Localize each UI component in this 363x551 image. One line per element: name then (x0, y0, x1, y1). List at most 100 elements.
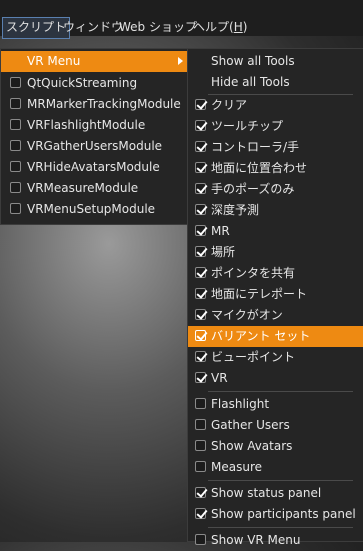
module-tool-show-avatars-label: Show Avatars (211, 439, 293, 453)
module-tool-flashlight[interactable]: Flashlight (188, 394, 363, 415)
menu-help[interactable]: ヘルプ(H) (190, 17, 250, 37)
toggle-show-vr-menu[interactable]: Show VR Menu (188, 530, 363, 551)
checkmark-icon (195, 119, 208, 131)
tool-item-item-8[interactable]: ポインタを共有 (188, 263, 363, 284)
menu-item-vrmeasuremodule-label: VRMeasureModule (27, 181, 139, 195)
checkmark-icon (195, 287, 208, 299)
checkbox-unchecked-icon[interactable] (195, 534, 206, 545)
tool-item-item-0-label: クリア (211, 98, 248, 112)
checkbox-checked-icon[interactable] (195, 308, 208, 320)
checkbox-checked-icon[interactable] (195, 182, 208, 194)
tool-item-item-1[interactable]: ツールチップ (188, 116, 363, 137)
separator (208, 391, 353, 392)
checkbox-checked-icon[interactable] (195, 119, 208, 131)
tool-item-mr-label: MR (211, 224, 230, 238)
module-tool-gather-users[interactable]: Gather Users (188, 415, 363, 436)
submenu-arrow-icon (178, 57, 183, 65)
tool-item-vr[interactable]: VR (188, 368, 363, 389)
separator (208, 480, 353, 481)
menu-item-hide-all-tools[interactable]: Hide all Tools (188, 72, 363, 93)
menu-item-vrgatherusersmodule[interactable]: VRGatherUsersModule (1, 136, 189, 157)
tool-item-item-11-label: バリアント セット (211, 329, 311, 343)
checkbox-unchecked-icon[interactable] (195, 398, 206, 409)
menu-item-vr-menu[interactable]: VR Menu (1, 51, 189, 72)
menu-item-vrmenusetupmodule[interactable]: VRMenuSetupModule (1, 199, 189, 220)
checkbox-unchecked-icon[interactable] (10, 182, 21, 193)
checkmark-icon (195, 161, 208, 173)
menu-item-vrflashlightmodule[interactable]: VRFlashlightModule (1, 115, 189, 136)
tool-item-item-1-label: ツールチップ (211, 119, 284, 133)
menu-web-shop[interactable]: Web ショップ (116, 17, 200, 37)
checkmark-icon (195, 350, 208, 362)
checkbox-checked-icon[interactable] (195, 329, 208, 341)
menu-help-mnemonic: H (233, 20, 243, 34)
tool-item-item-5[interactable]: 深度予測 (188, 200, 363, 221)
menubar: スクリプト ウィンドウ Web ショップ ヘルプ(H) (0, 0, 363, 39)
checkbox-checked-icon[interactable] (195, 486, 208, 498)
menu-item-vrflashlightmodule-label: VRFlashlightModule (27, 118, 146, 132)
checkbox-checked-icon[interactable] (195, 245, 208, 257)
tool-item-item-4-label: 手のポーズのみ (211, 182, 295, 196)
menu-item-vrmeasuremodule[interactable]: VRMeasureModule (1, 178, 189, 199)
tool-item-item-4[interactable]: 手のポーズのみ (188, 179, 363, 200)
checkmark-icon (195, 140, 208, 152)
checkbox-unchecked-icon[interactable] (10, 98, 21, 109)
menu-item-vrgatherusersmodule-label: VRGatherUsersModule (27, 139, 163, 153)
menu-item-qtquickstreaming[interactable]: QtQuickStreaming (1, 73, 189, 94)
checkbox-unchecked-icon[interactable] (195, 440, 206, 451)
checkmark-icon (195, 371, 208, 383)
checkbox-checked-icon[interactable] (195, 350, 208, 362)
menu-item-mrmarkertrackingmodule-label: MRMarkerTrackingModule (27, 97, 181, 111)
checkbox-checked-icon[interactable] (195, 287, 208, 299)
module-tool-measure[interactable]: Measure (188, 457, 363, 478)
vr-menu-label: VR Menu (27, 54, 81, 68)
checkmark-icon (195, 486, 208, 498)
menu-item-vrmenusetupmodule-label: VRMenuSetupModule (27, 202, 156, 216)
menu-item-show-all-tools[interactable]: Show all Tools (188, 51, 363, 72)
checkmark-icon (195, 245, 208, 257)
checkbox-checked-icon[interactable] (195, 371, 208, 383)
panel-toggle-show-status-panel[interactable]: Show status panel (188, 483, 363, 504)
panel-toggle-show-status-panel-label: Show status panel (211, 486, 322, 500)
module-tool-show-avatars[interactable]: Show Avatars (188, 436, 363, 457)
tool-item-mr[interactable]: MR (188, 221, 363, 242)
tool-item-item-3-label: 地面に位置合わせ (211, 161, 308, 175)
module-tool-gather-users-label: Gather Users (211, 418, 290, 432)
checkbox-unchecked-icon[interactable] (195, 419, 206, 430)
tool-item-item-3[interactable]: 地面に位置合わせ (188, 158, 363, 179)
toggle-show-vr-menu-label: Show VR Menu (211, 533, 301, 547)
checkbox-checked-icon[interactable] (195, 140, 208, 152)
checkbox-checked-icon[interactable] (195, 266, 208, 278)
checkmark-icon (195, 98, 208, 110)
checkmark-icon (195, 507, 208, 519)
tool-item-item-12-label: ビューポイント (211, 350, 296, 364)
menu-item-mrmarkertrackingmodule[interactable]: MRMarkerTrackingModule (1, 94, 189, 115)
checkmark-icon (195, 224, 208, 236)
tool-item-item-9[interactable]: 地面にテレポート (188, 284, 363, 305)
checkbox-unchecked-icon[interactable] (10, 119, 21, 130)
checkbox-unchecked-icon[interactable] (10, 203, 21, 214)
checkbox-checked-icon[interactable] (195, 224, 208, 236)
panel-toggle-show-participants-panel[interactable]: Show participants panel (188, 504, 363, 525)
checkbox-unchecked-icon[interactable] (195, 461, 206, 472)
tool-item-vr-label: VR (211, 371, 228, 385)
checkbox-checked-icon[interactable] (195, 161, 208, 173)
module-tool-flashlight-label: Flashlight (211, 397, 270, 411)
checkbox-checked-icon[interactable] (195, 98, 208, 110)
vr-menu-submenu: Show all Tools Hide all Tools クリアツールチップコ… (187, 48, 363, 547)
tool-item-item-0[interactable]: クリア (188, 95, 363, 116)
module-tool-measure-label: Measure (211, 460, 262, 474)
checkbox-checked-icon[interactable] (195, 203, 208, 215)
tool-item-item-11[interactable]: バリアント セット (188, 326, 363, 347)
tool-item-item-7[interactable]: 場所 (188, 242, 363, 263)
tool-item-item-12[interactable]: ビューポイント (188, 347, 363, 368)
tool-item-item-2[interactable]: コントローラ/手 (188, 137, 363, 158)
checkbox-unchecked-icon[interactable] (10, 77, 21, 88)
checkbox-unchecked-icon[interactable] (10, 161, 21, 172)
separator (208, 527, 353, 528)
menu-item-vrhideavatarsmodule[interactable]: VRHideAvatarsModule (1, 157, 189, 178)
checkbox-checked-icon[interactable] (195, 507, 208, 519)
checkmark-icon (195, 203, 208, 215)
tool-item-item-10[interactable]: マイクがオン (188, 305, 363, 326)
checkbox-unchecked-icon[interactable] (10, 140, 21, 151)
